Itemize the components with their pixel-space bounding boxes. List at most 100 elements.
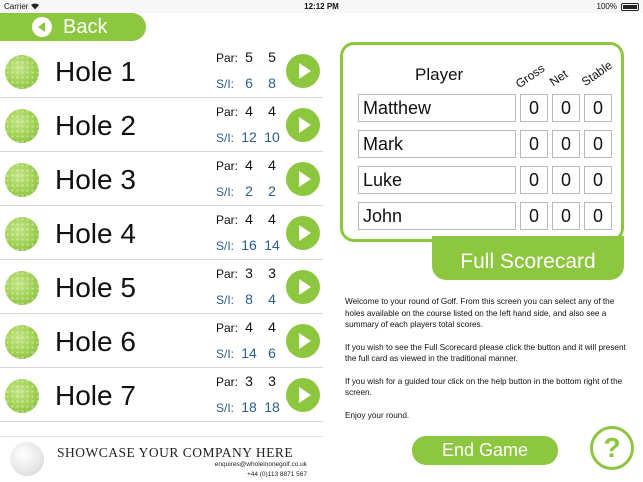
par-label: Par:: [216, 159, 239, 173]
play-icon[interactable]: [286, 162, 320, 196]
player-row: John 0 0 0: [358, 202, 618, 230]
net-score: 0: [552, 130, 580, 158]
play-icon[interactable]: [286, 108, 320, 142]
end-game-button[interactable]: End Game: [412, 436, 558, 465]
battery-percent: 100%: [596, 2, 617, 11]
back-arrow-icon: [32, 17, 52, 37]
back-button[interactable]: Back: [0, 13, 146, 41]
gross-score: 0: [520, 94, 548, 122]
player-name-field[interactable]: Luke: [358, 166, 516, 194]
hole-name: Hole 2: [55, 110, 136, 141]
gross-score: 0: [520, 202, 548, 230]
full-scorecard-button[interactable]: Full Scorecard: [432, 244, 624, 280]
si-label: S/I:: [216, 77, 235, 91]
hole-name: Hole 5: [55, 272, 136, 303]
si-label: S/I:: [216, 239, 235, 253]
net-score: 0: [552, 202, 580, 230]
si-value-front: 6: [245, 75, 253, 91]
par-value-front: 3: [245, 265, 253, 281]
play-icon[interactable]: [286, 216, 320, 250]
help-button[interactable]: ?: [590, 426, 634, 470]
advert-email: enquires@wholeinonegolf.co.uk: [214, 461, 307, 468]
hole-name: Hole 4: [55, 218, 136, 249]
hole-row[interactable]: Hole 7 Par: 3 3 S/I: 18 18: [0, 368, 323, 422]
si-value-back: 14: [264, 237, 280, 253]
hole-name: Hole 1: [55, 56, 136, 87]
advert-headline: SHOWCASE YOUR COMPANY HERE: [57, 445, 294, 460]
par-label: Par:: [216, 375, 239, 389]
stableford-score: 0: [584, 94, 612, 122]
si-label: S/I:: [216, 185, 235, 199]
golf-ball-logo: [10, 442, 44, 476]
stableford-column-header: Stable: [578, 58, 615, 89]
par-value-back: 4: [268, 157, 276, 173]
hole-row[interactable]: Hole 4 Par: 4 4 S/I: 16 14: [0, 206, 323, 260]
hole-name: Hole 3: [55, 164, 136, 195]
si-value-back: 4: [268, 291, 276, 307]
advert-banner[interactable]: SHOWCASE YOUR COMPANY HERE enquires@whol…: [0, 436, 323, 482]
net-score: 0: [552, 166, 580, 194]
golf-ball-icon: [5, 109, 39, 143]
hole-row[interactable]: Hole 5 Par: 3 3 S/I: 8 4: [0, 260, 323, 314]
gross-score: 0: [520, 130, 548, 158]
net-score: 0: [552, 94, 580, 122]
si-value-back: 8: [268, 75, 276, 91]
stableford-score: 0: [584, 202, 612, 230]
player-name-field[interactable]: John: [358, 202, 516, 230]
golf-ball-icon: [5, 163, 39, 197]
player-row: Mark 0 0 0: [358, 130, 618, 158]
advert-phone: +44 (0)113 8871 567: [246, 471, 307, 478]
par-value-front: 4: [245, 157, 253, 173]
player-column-header: Player: [415, 65, 464, 84]
player-name-field[interactable]: Mark: [358, 130, 516, 158]
si-value-front: 16: [241, 237, 257, 253]
si-value-front: 2: [245, 183, 253, 199]
net-column-header: Net: [546, 66, 571, 89]
instructions-text: Welcome to your round of Golf. From this…: [345, 296, 630, 432]
instructions-paragraph: Welcome to your round of Golf. From this…: [345, 297, 615, 329]
par-value-back: 5: [268, 49, 276, 65]
stableford-score: 0: [584, 166, 612, 194]
play-icon[interactable]: [286, 378, 320, 412]
player-row: Luke 0 0 0: [358, 166, 618, 194]
hole-name: Hole 6: [55, 326, 136, 357]
play-icon[interactable]: [286, 324, 320, 358]
back-label: Back: [63, 15, 108, 38]
par-value-front: 5: [245, 49, 253, 65]
si-label: S/I:: [216, 401, 235, 415]
si-value-back: 2: [268, 183, 276, 199]
par-value-front: 3: [245, 373, 253, 389]
si-value-front: 14: [241, 345, 257, 361]
golf-ball-icon: [5, 271, 39, 305]
si-value-front: 18: [241, 399, 257, 415]
par-value-front: 4: [245, 319, 253, 335]
score-summary-panel: Player Gross Net Stable Matthew 0 0 0 Ma…: [340, 42, 624, 242]
si-label: S/I:: [216, 347, 235, 361]
battery-icon: [621, 3, 639, 11]
hole-row[interactable]: Hole 1 Par: 5 5 S/I: 6 8: [0, 44, 323, 98]
player-name-field[interactable]: Matthew: [358, 94, 516, 122]
si-value-front: 12: [241, 129, 257, 145]
hole-row[interactable]: Hole 2 Par: 4 4 S/I: 12 10: [0, 98, 323, 152]
par-value-back: 4: [268, 319, 276, 335]
hole-list[interactable]: Hole 1 Par: 5 5 S/I: 6 8 Hole 2 Par: 4 4…: [0, 44, 323, 436]
par-value-back: 3: [268, 265, 276, 281]
par-label: Par:: [216, 51, 239, 65]
instructions-paragraph: If you wish to see the Full Scorecard pl…: [345, 342, 626, 364]
golf-ball-icon: [5, 379, 39, 413]
play-icon[interactable]: [286, 54, 320, 88]
si-label: S/I:: [216, 131, 235, 145]
hole-row[interactable]: Hole 3 Par: 4 4 S/I: 2 2: [0, 152, 323, 206]
par-label: Par:: [216, 267, 239, 281]
play-icon[interactable]: [286, 270, 320, 304]
si-value-back: 6: [268, 345, 276, 361]
instructions-paragraph: If you wish for a guided tour click on t…: [345, 376, 623, 398]
player-row: Matthew 0 0 0: [358, 94, 618, 122]
golf-ball-icon: [5, 217, 39, 251]
par-label: Par:: [216, 321, 239, 335]
status-bar: Carrier 12:12 PM 100%: [0, 0, 643, 13]
par-value-back: 4: [268, 211, 276, 227]
stableford-score: 0: [584, 130, 612, 158]
hole-row[interactable]: Hole 6 Par: 4 4 S/I: 14 6: [0, 314, 323, 368]
par-label: Par:: [216, 105, 239, 119]
